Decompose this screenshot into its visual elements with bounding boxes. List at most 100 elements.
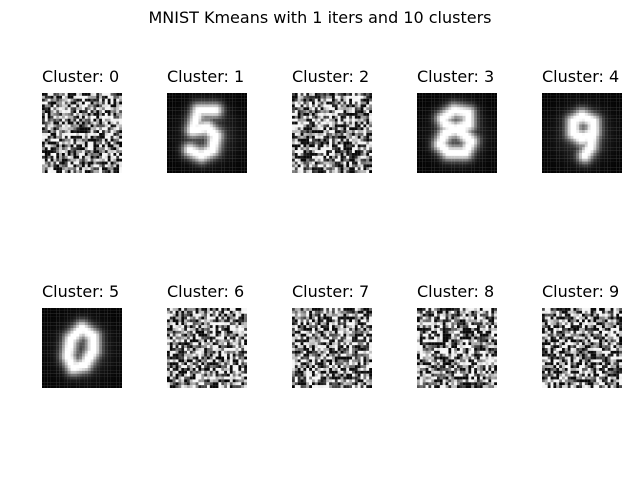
pixel [366, 101, 370, 105]
pixel [602, 164, 605, 168]
pixel [64, 164, 68, 168]
pixel [64, 370, 68, 374]
pixel [352, 155, 355, 159]
pixel [607, 167, 611, 171]
pixel [607, 115, 611, 119]
pixel [221, 164, 225, 168]
pixel [442, 147, 446, 151]
pixel [544, 113, 548, 116]
pixel [596, 101, 600, 105]
pixel [547, 130, 551, 134]
pixel [167, 333, 170, 337]
pixel [215, 144, 219, 148]
pixel [116, 144, 120, 148]
pixel [619, 98, 622, 102]
pixel [360, 150, 364, 154]
pixel [610, 118, 614, 122]
pixel [207, 158, 210, 162]
pixel [104, 155, 108, 159]
pixel [44, 370, 48, 374]
pixel [96, 147, 100, 151]
pixel [366, 150, 370, 154]
pixel [119, 144, 122, 148]
pixel [462, 110, 466, 114]
pixel [99, 333, 103, 337]
pixel [56, 319, 60, 323]
pixel [235, 170, 239, 173]
pixel [99, 313, 103, 317]
pixel [224, 167, 228, 171]
pixel [90, 310, 94, 314]
pixel [485, 95, 489, 99]
pixel [459, 127, 463, 131]
pixel [64, 342, 68, 346]
pixel [227, 313, 230, 317]
pixel [326, 124, 330, 128]
pixel [477, 124, 480, 128]
pixel [445, 101, 449, 105]
pixel [303, 124, 307, 128]
pixel [175, 144, 179, 148]
pixel [599, 110, 603, 114]
pixel [562, 158, 565, 162]
pixel [64, 350, 68, 354]
pixel [227, 141, 230, 145]
pixel [477, 133, 480, 136]
pixel [369, 110, 372, 114]
pixel [468, 133, 472, 136]
pixel [175, 325, 179, 329]
pixel [454, 124, 458, 128]
pixel [457, 115, 460, 119]
pixel [104, 373, 108, 377]
pixel [116, 316, 120, 320]
pixel [590, 127, 594, 131]
pixel [42, 310, 45, 314]
pixel [326, 153, 330, 156]
pixel [44, 161, 48, 165]
pixel [50, 153, 54, 156]
pixel [465, 158, 469, 162]
pixel [346, 113, 350, 116]
pixel [451, 150, 455, 154]
pixel [428, 147, 432, 151]
pixel [468, 158, 472, 162]
pixel [218, 325, 222, 329]
pixel [64, 144, 68, 148]
pixel [366, 170, 370, 173]
pixel [229, 113, 233, 116]
pixel [439, 95, 443, 99]
pixel [53, 365, 57, 369]
pixel [84, 144, 88, 148]
pixel [218, 133, 222, 136]
pixel [567, 170, 571, 173]
pixel [53, 316, 57, 320]
pixel [297, 101, 301, 105]
pixel [363, 167, 367, 171]
pixel [369, 127, 372, 131]
pixel [431, 110, 435, 114]
pixel [209, 330, 213, 334]
pixel [235, 161, 239, 165]
pixel [107, 124, 111, 128]
pixel [439, 147, 443, 151]
pixel [76, 124, 80, 128]
pixel [87, 362, 91, 366]
pixel [587, 170, 591, 173]
pixel [419, 93, 423, 96]
pixel [448, 144, 452, 148]
pixel [167, 107, 170, 111]
pixel [76, 150, 80, 154]
pixel [110, 161, 114, 165]
pixel [227, 147, 230, 151]
pixel [570, 147, 574, 151]
pixel [84, 313, 88, 317]
pixel [93, 95, 97, 99]
pixel [317, 133, 321, 136]
pixel [207, 319, 210, 323]
pixel [451, 110, 455, 114]
pixel [332, 147, 335, 151]
pixel [102, 115, 105, 119]
pixel [42, 121, 45, 125]
pixel [195, 110, 199, 114]
pixel [184, 133, 188, 136]
